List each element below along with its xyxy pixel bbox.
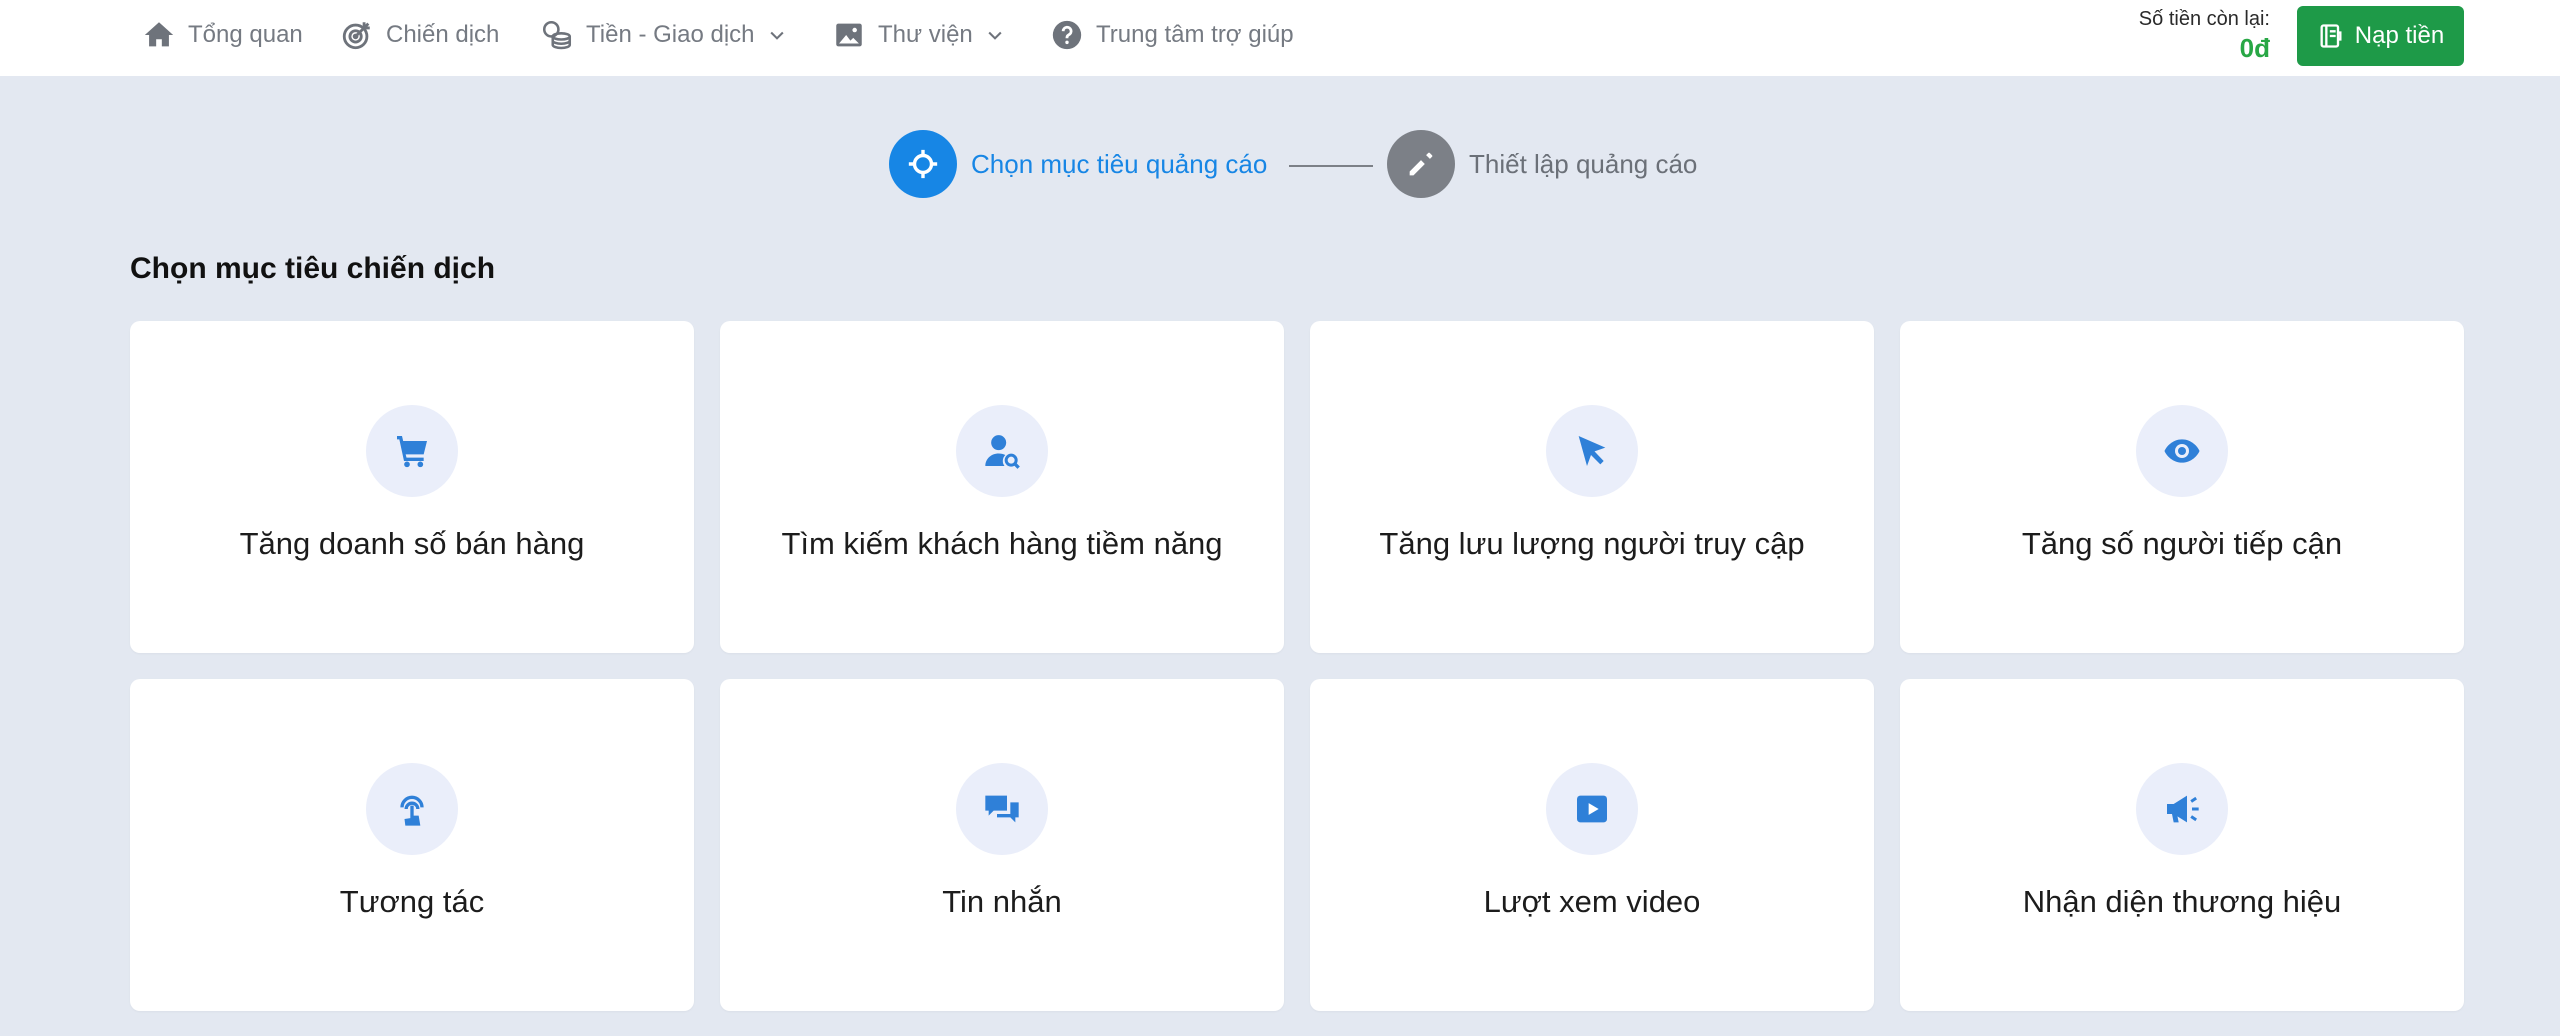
objective-card-video-views[interactable]: Lượt xem video — [1310, 679, 1874, 1011]
megaphone-icon — [2136, 763, 2228, 855]
nav-item-help-center[interactable]: Trung tâm trợ giúp — [1050, 0, 1294, 70]
objective-label: Tương tác — [339, 884, 485, 919]
objective-card-reach[interactable]: Tăng số người tiếp cận — [1900, 321, 2464, 653]
touch-icon — [366, 763, 458, 855]
nav-item-library[interactable]: Thư viện — [832, 0, 1005, 70]
objective-card-engagement[interactable]: Tương tác — [130, 679, 694, 1011]
nav-label: Tiền - Giao dịch — [586, 21, 755, 48]
topup-button[interactable]: Nạp tiền — [2297, 6, 2464, 66]
objective-label: Tìm kiếm khách hàng tiềm năng — [781, 526, 1223, 561]
objective-label: Nhận diện thương hiệu — [2022, 884, 2342, 919]
nav-item-campaigns[interactable]: Chiến dịch — [340, 0, 499, 70]
nav-label: Trung tâm trợ giúp — [1096, 21, 1294, 48]
objective-label: Tăng lưu lượng người truy cập — [1379, 526, 1805, 561]
balance-label: Số tiền còn lại: — [2138, 8, 2270, 30]
nav-label: Thư viện — [878, 21, 973, 48]
chevron-down-icon — [988, 31, 1002, 40]
balance-value: 0đ — [2239, 33, 2270, 63]
nav-item-overview[interactable]: Tổng quan — [142, 0, 303, 70]
crosshair-icon — [889, 130, 957, 198]
nav-item-money-transactions[interactable]: Tiền - Giao dịch — [540, 0, 787, 70]
image-library-icon — [832, 18, 866, 52]
pencil-icon — [1387, 130, 1455, 198]
cart-icon — [366, 405, 458, 497]
balance-display: Số tiền còn lại: 0đ — [2139, 8, 2270, 64]
stepper-connector — [1289, 165, 1373, 167]
help-icon — [1050, 18, 1084, 52]
objective-card-leads[interactable]: Tìm kiếm khách hàng tiềm năng — [720, 321, 1284, 653]
step-label: Thiết lập quảng cáo — [1469, 148, 1698, 179]
topup-label: Nạp tiền — [2354, 22, 2445, 49]
eye-icon — [2136, 405, 2228, 497]
objective-label: Tăng số người tiếp cận — [2021, 526, 2343, 561]
nav-label: Tổng quan — [188, 21, 303, 48]
objective-label: Lượt xem video — [1483, 884, 1701, 919]
coins-icon — [540, 18, 574, 52]
section-title: Chọn mục tiêu chiến dịch — [130, 252, 496, 285]
objective-card-traffic[interactable]: Tăng lưu lượng người truy cập — [1310, 321, 1874, 653]
chat-icon — [956, 763, 1048, 855]
cursor-icon — [1546, 405, 1638, 497]
objective-card-messages[interactable]: Tin nhắn — [720, 679, 1284, 1011]
objective-label: Tin nhắn — [942, 884, 1062, 919]
step-setup-ad[interactable]: Thiết lập quảng cáo — [1387, 130, 1697, 198]
objective-grid: Tăng doanh số bán hàng Tìm kiếm khách hà… — [130, 321, 2464, 1011]
objective-card-sales[interactable]: Tăng doanh số bán hàng — [130, 321, 694, 653]
target-icon — [340, 18, 374, 52]
wallet-icon — [2320, 24, 2342, 48]
step-choose-objective[interactable]: Chọn mục tiêu quảng cáo — [889, 130, 1267, 198]
home-icon — [142, 18, 176, 52]
video-play-icon — [1546, 763, 1638, 855]
nav-label: Chiến dịch — [386, 21, 500, 48]
objective-card-brand-awareness[interactable]: Nhận diện thương hiệu — [1900, 679, 2464, 1011]
objective-label: Tăng doanh số bán hàng — [239, 526, 585, 561]
top-navigation-bar: Tổng quan Chiến dịch Tiền - Giao dịch Th… — [0, 0, 2560, 76]
step-label: Chọn mục tiêu quảng cáo — [971, 148, 1268, 179]
chevron-down-icon — [769, 31, 784, 40]
user-search-icon — [956, 405, 1048, 497]
